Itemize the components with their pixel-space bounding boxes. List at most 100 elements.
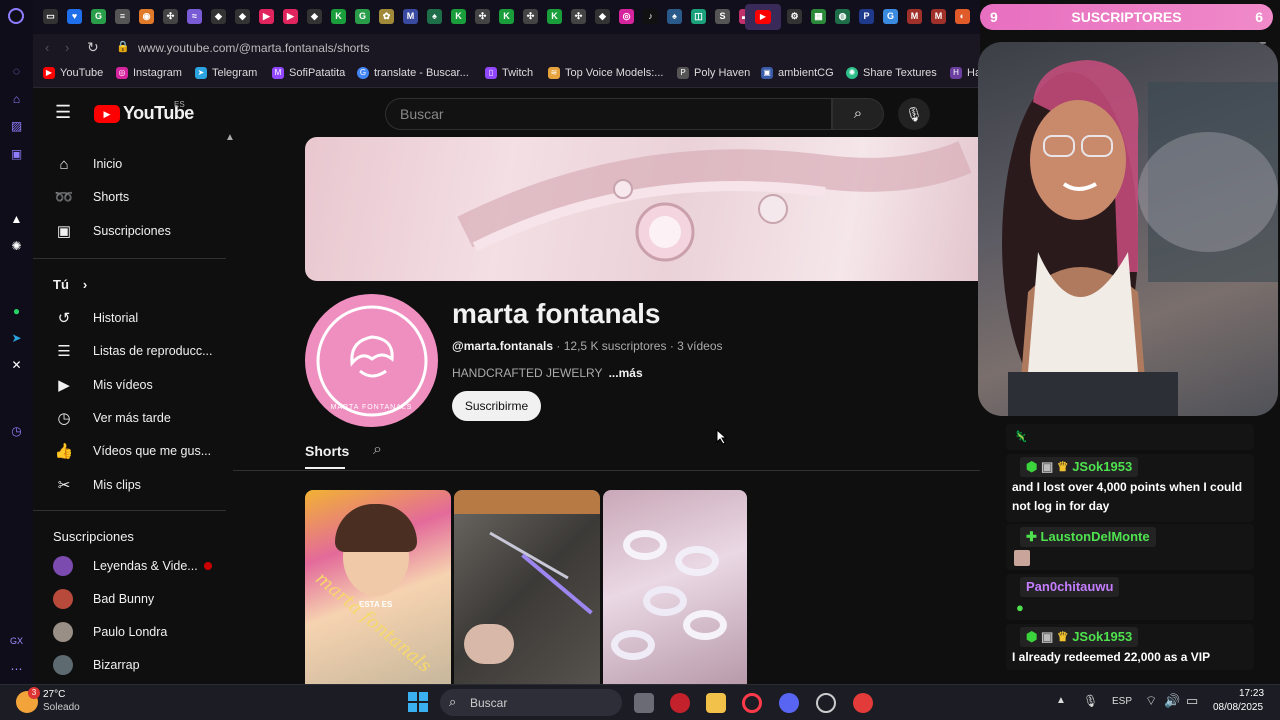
sidebar-item-listas[interactable]: ☰ Listas de reproducc...: [53, 334, 233, 368]
discord-icon[interactable]: [779, 693, 799, 713]
search-button[interactable]: ⌕: [832, 98, 884, 130]
tab-icon[interactable]: ▶: [283, 9, 298, 24]
voice-search-button[interactable]: 🎙: [898, 98, 930, 130]
subscribe-button[interactable]: Suscribirme: [452, 391, 541, 421]
channel-search-icon[interactable]: ⌕: [373, 441, 382, 459]
tab-icon[interactable]: K: [451, 9, 466, 24]
tab-icon[interactable]: ◉: [139, 9, 154, 24]
tab-icon[interactable]: G: [883, 9, 898, 24]
sidebar-item-inicio[interactable]: ⌂ Inicio: [53, 147, 233, 181]
forward-icon[interactable]: ›: [65, 40, 69, 55]
taskbar-search[interactable]: ⌕ Buscar: [440, 689, 622, 716]
chatgpt-icon[interactable]: ✺: [8, 237, 25, 254]
aria-ai-icon[interactable]: ▲: [8, 210, 25, 227]
bookmark-item[interactable]: M SofiPatatita: [272, 67, 345, 79]
tab-icon[interactable]: M: [931, 9, 946, 24]
tab-icon[interactable]: S: [715, 9, 730, 24]
sidebar-item-historial[interactable]: ↺ Historial: [53, 301, 233, 335]
tab-icon[interactable]: ◆: [211, 9, 226, 24]
whatsapp-icon[interactable]: ●: [8, 302, 25, 319]
tab-icon[interactable]: ◍: [835, 9, 850, 24]
tab-icon[interactable]: ◐: [955, 9, 970, 24]
battery-icon[interactable]: ▭: [1186, 693, 1198, 709]
workspace-icon[interactable]: ⌂: [8, 90, 25, 107]
tab-icon[interactable]: ◎: [619, 9, 634, 24]
tab-icon[interactable]: ≡: [115, 9, 130, 24]
bookmark-item[interactable]: ▶ YouTube: [43, 67, 103, 79]
tab-shorts[interactable]: Shorts: [305, 443, 349, 459]
opera-gx-icon[interactable]: [742, 693, 762, 713]
bookmark-item[interactable]: ✺ Share Textures: [846, 67, 937, 79]
tab-icon[interactable]: ✣: [571, 9, 586, 24]
tab-icon[interactable]: G: [355, 9, 370, 24]
app-icon[interactable]: [670, 693, 690, 713]
sub-item[interactable]: Bizarrap: [53, 648, 233, 682]
sub-item[interactable]: Bad Bunny: [53, 582, 233, 616]
bookmark-item[interactable]: ▣ ambientCG: [761, 67, 834, 79]
app-icon[interactable]: [853, 693, 873, 713]
bookmark-item[interactable]: Gtranslate - Buscar...: [357, 67, 469, 79]
back-icon[interactable]: ‹: [45, 40, 49, 55]
url-field[interactable]: www.youtube.com/@marta.fontanals/shorts: [138, 41, 370, 55]
youtube-logo-icon[interactable]: ▶: [94, 105, 120, 123]
tab-icon[interactable]: ▦: [811, 9, 826, 24]
telegram-icon[interactable]: ➤: [8, 329, 25, 346]
more-link[interactable]: ...más: [609, 366, 643, 380]
tab-icon[interactable]: ⚙: [787, 9, 802, 24]
more-icon[interactable]: ⋯: [8, 660, 25, 677]
gx-icon[interactable]: GX: [8, 632, 25, 649]
short-thumbnail[interactable]: [454, 490, 600, 684]
tab-icon[interactable]: ◆: [307, 9, 322, 24]
tab-icon[interactable]: M: [907, 9, 922, 24]
menu-icon[interactable]: ☰: [55, 102, 71, 123]
sub-item[interactable]: Paulo Londra: [53, 615, 233, 649]
language-indicator[interactable]: ESP: [1112, 696, 1132, 707]
chevron-up-icon[interactable]: ▲: [1056, 695, 1066, 706]
history-clock-icon[interactable]: ◷: [8, 422, 25, 439]
task-view-icon[interactable]: [634, 693, 654, 713]
tab-icon[interactable]: K: [547, 9, 562, 24]
tab-icon[interactable]: ♠: [667, 9, 682, 24]
tab-icon[interactable]: K: [331, 9, 346, 24]
you-heading[interactable]: Tú ›: [53, 267, 233, 301]
tab-icon[interactable]: ◫: [691, 9, 706, 24]
sidebar-item-mis-videos[interactable]: ▶ Mis vídeos: [53, 368, 233, 402]
bookmark-item[interactable]: ◎ Instagram: [116, 67, 182, 79]
reload-icon[interactable]: ↻: [87, 39, 99, 56]
tab-icon[interactable]: M: [403, 9, 418, 24]
bookmark-item[interactable]: ≋ Top Voice Models:...: [548, 67, 663, 79]
volume-icon[interactable]: 🔊: [1164, 693, 1180, 709]
sidebar-item-suscripciones[interactable]: ▣ Suscripciones: [53, 214, 233, 248]
tab-icon[interactable]: ✣: [163, 9, 178, 24]
bookmark-item[interactable]: P Poly Haven: [677, 67, 750, 79]
sidebar-item-mis-clips[interactable]: ✂ Mis clips: [53, 468, 233, 502]
tab-icon[interactable]: ♥: [67, 9, 82, 24]
tab-icon[interactable]: G: [91, 9, 106, 24]
sidebar-item-shorts[interactable]: ➿ Shorts: [53, 180, 233, 214]
bookmark-item[interactable]: ▯ Twitch: [485, 67, 533, 79]
bookmark-item[interactable]: H Ha: [950, 67, 981, 79]
sidebar-item-liked[interactable]: 👍 Vídeos que me gus...: [53, 434, 233, 468]
tab-icon[interactable]: ♠: [427, 9, 442, 24]
aria-icon[interactable]: ◌: [8, 62, 25, 79]
tab-icon[interactable]: ≈: [187, 9, 202, 24]
scroll-up-icon[interactable]: ▲: [225, 132, 235, 143]
sidebar-item-ver-mas-tarde[interactable]: ◷ Ver más tarde: [53, 401, 233, 435]
tab-icon[interactable]: P: [859, 9, 874, 24]
tab-icon[interactable]: ◆: [595, 9, 610, 24]
tab-icon[interactable]: ✣: [523, 9, 538, 24]
clock-date[interactable]: 08/08/2025: [1213, 702, 1263, 713]
tab-icon[interactable]: ▶: [259, 9, 274, 24]
tab-icon[interactable]: ◆: [235, 9, 250, 24]
microphone-icon[interactable]: 🎙: [1083, 694, 1098, 708]
file-explorer-icon[interactable]: [706, 693, 726, 713]
x-icon[interactable]: ✕: [8, 356, 25, 373]
opera-logo-icon[interactable]: [8, 8, 24, 24]
bookmark-item[interactable]: ➤ Telegram: [195, 67, 257, 79]
tools-icon[interactable]: ▨: [8, 117, 25, 134]
start-button[interactable]: [408, 692, 428, 712]
obs-icon[interactable]: [816, 693, 836, 713]
wifi-icon[interactable]: ⌔: [1145, 693, 1157, 709]
tab-icon[interactable]: ✣: [475, 9, 490, 24]
tab-icon[interactable]: K: [499, 9, 514, 24]
